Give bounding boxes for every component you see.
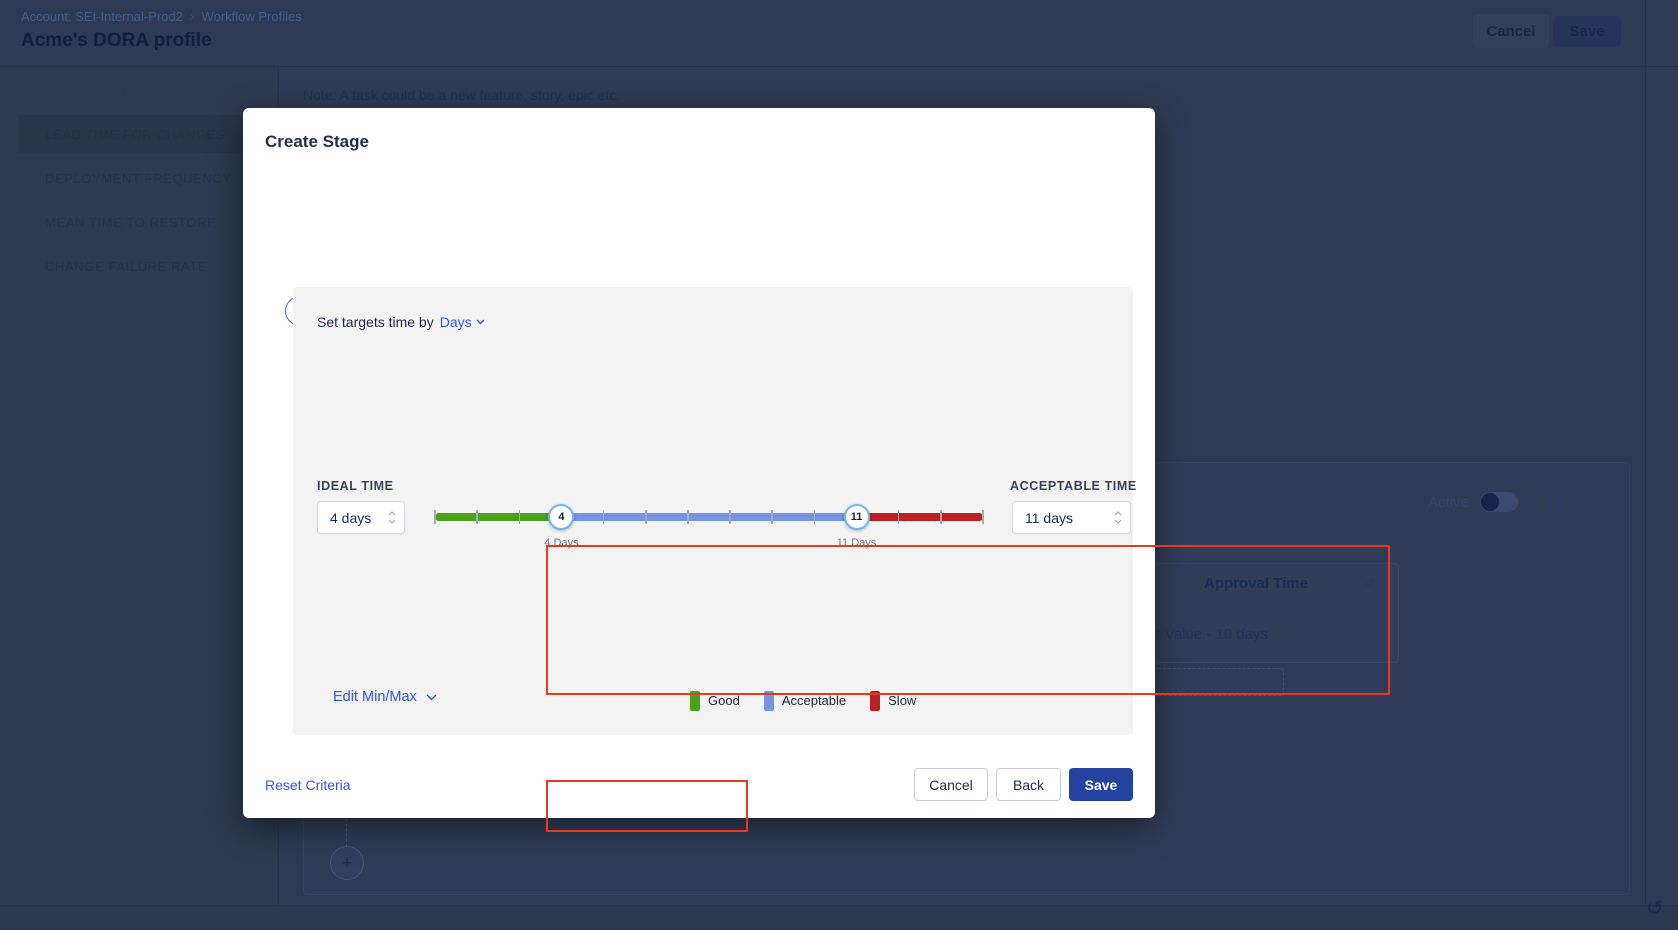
slider-tick	[476, 510, 478, 524]
create-stage-modal: Create Stage Stage InfoStage Definition3…	[243, 108, 1155, 818]
sidebar-item-lead-time-for-changes[interactable]: LEAD TIME FOR CHANGES	[18, 115, 250, 153]
toggle-knob	[1481, 493, 1499, 511]
slider-tick	[982, 510, 984, 524]
slider-tick	[434, 510, 436, 524]
chevron-down-icon[interactable]	[1114, 519, 1122, 524]
annotation-box-edit-minmax	[546, 780, 748, 832]
slider-tick	[940, 510, 942, 524]
annotation-box-thresholds	[546, 545, 1390, 695]
slider-tick	[898, 510, 900, 524]
sidebar-item-deployment-frequency[interactable]: DEPLOYMENT FREQUENCY	[18, 159, 250, 197]
header-cancel-button[interactable]: Cancel	[1473, 14, 1549, 48]
reset-criteria-link[interactable]: Reset Criteria	[265, 777, 351, 793]
breadcrumb: Account: SEI-Internal-Prod2 › Workflow P…	[21, 8, 302, 24]
sidebar-item-change-failure-rate[interactable]: CHANGE FAILURE RATE	[18, 247, 250, 285]
slider-tick	[814, 510, 816, 524]
slider-tick	[645, 510, 647, 524]
slider-handle-acceptable[interactable]: 11	[844, 504, 870, 530]
sidebar: CONFIGURATION LEAD TIME FOR CHANGES DEPLO…	[0, 67, 279, 930]
slider-good-segment	[435, 513, 561, 521]
right-rail-divider	[1645, 0, 1646, 930]
lock-icon	[1547, 489, 1563, 511]
acceptable-time-input[interactable]: 11 days	[1012, 501, 1131, 534]
sidebar-header-configuration: CONFIGURATION	[32, 84, 156, 98]
history-widget-icon[interactable]: ↺	[1646, 896, 1664, 921]
slider-tick	[519, 510, 521, 524]
modal-back-button[interactable]: Back	[996, 768, 1061, 801]
header-save-button[interactable]: Save	[1553, 16, 1621, 47]
unit-dropdown-value[interactable]: Days	[440, 314, 472, 330]
footer-bar	[0, 905, 1678, 930]
slider-tick	[603, 510, 605, 524]
note-text: Note: A task could be a new feature, sto…	[303, 87, 620, 103]
chevron-down-icon	[476, 319, 485, 325]
set-targets-label: Set targets time by	[317, 314, 434, 330]
edit-minmax-label[interactable]: Edit Min/Max	[333, 689, 417, 705]
add-stage-button[interactable]: +	[330, 846, 364, 880]
slider-tick	[729, 510, 731, 524]
breadcrumb-section-link[interactable]: Workflow Profiles	[202, 9, 302, 24]
threshold-slider[interactable]: 4 11 4 Days 11 Days	[435, 513, 983, 521]
sidebar-item-mean-time-to-restore[interactable]: MEAN TIME TO RESTORE	[18, 203, 250, 241]
set-targets-row: Set targets time by Days	[317, 314, 485, 330]
ideal-time-value[interactable]: 4 days	[330, 510, 371, 526]
sidebar-header-association[interactable]: ASSOCIATION	[32, 304, 134, 318]
chevron-down-icon	[426, 694, 437, 701]
acceptable-time-label: ACCEPTABLE TIME	[1010, 479, 1137, 493]
breadcrumb-account-link[interactable]: Account: SEI-Internal-Prod2	[21, 9, 183, 24]
slider-tick	[687, 510, 689, 524]
edit-minmax-dropdown[interactable]: Edit Min/Max	[333, 689, 437, 705]
unit-dropdown[interactable]: Days	[440, 314, 485, 330]
modal-cancel-button[interactable]: Cancel	[914, 768, 988, 801]
ideal-time-label: IDEAL TIME	[317, 479, 394, 493]
active-toggle[interactable]	[1480, 492, 1518, 512]
slider-slow-segment	[857, 513, 983, 521]
ideal-stepper-arrows[interactable]	[388, 511, 396, 524]
slider-tick	[771, 510, 773, 524]
chevron-up-icon[interactable]	[1114, 511, 1122, 516]
modal-title: Create Stage	[265, 132, 369, 152]
active-toggle-label: Active	[1428, 494, 1469, 511]
modal-save-button[interactable]: Save	[1069, 768, 1133, 801]
acceptable-time-value[interactable]: 11 days	[1025, 510, 1073, 526]
acceptable-stepper-arrows[interactable]	[1114, 511, 1122, 524]
page-title: Acme's DORA profile	[21, 30, 212, 52]
screen: Account: SEI-Internal-Prod2 › Workflow P…	[0, 0, 1678, 930]
ideal-time-input[interactable]: 4 days	[317, 501, 405, 534]
chevron-up-icon[interactable]	[388, 511, 396, 516]
breadcrumb-separator-icon: ›	[190, 8, 195, 24]
stage-connector-line	[346, 818, 347, 847]
chevron-down-icon[interactable]	[388, 519, 396, 524]
